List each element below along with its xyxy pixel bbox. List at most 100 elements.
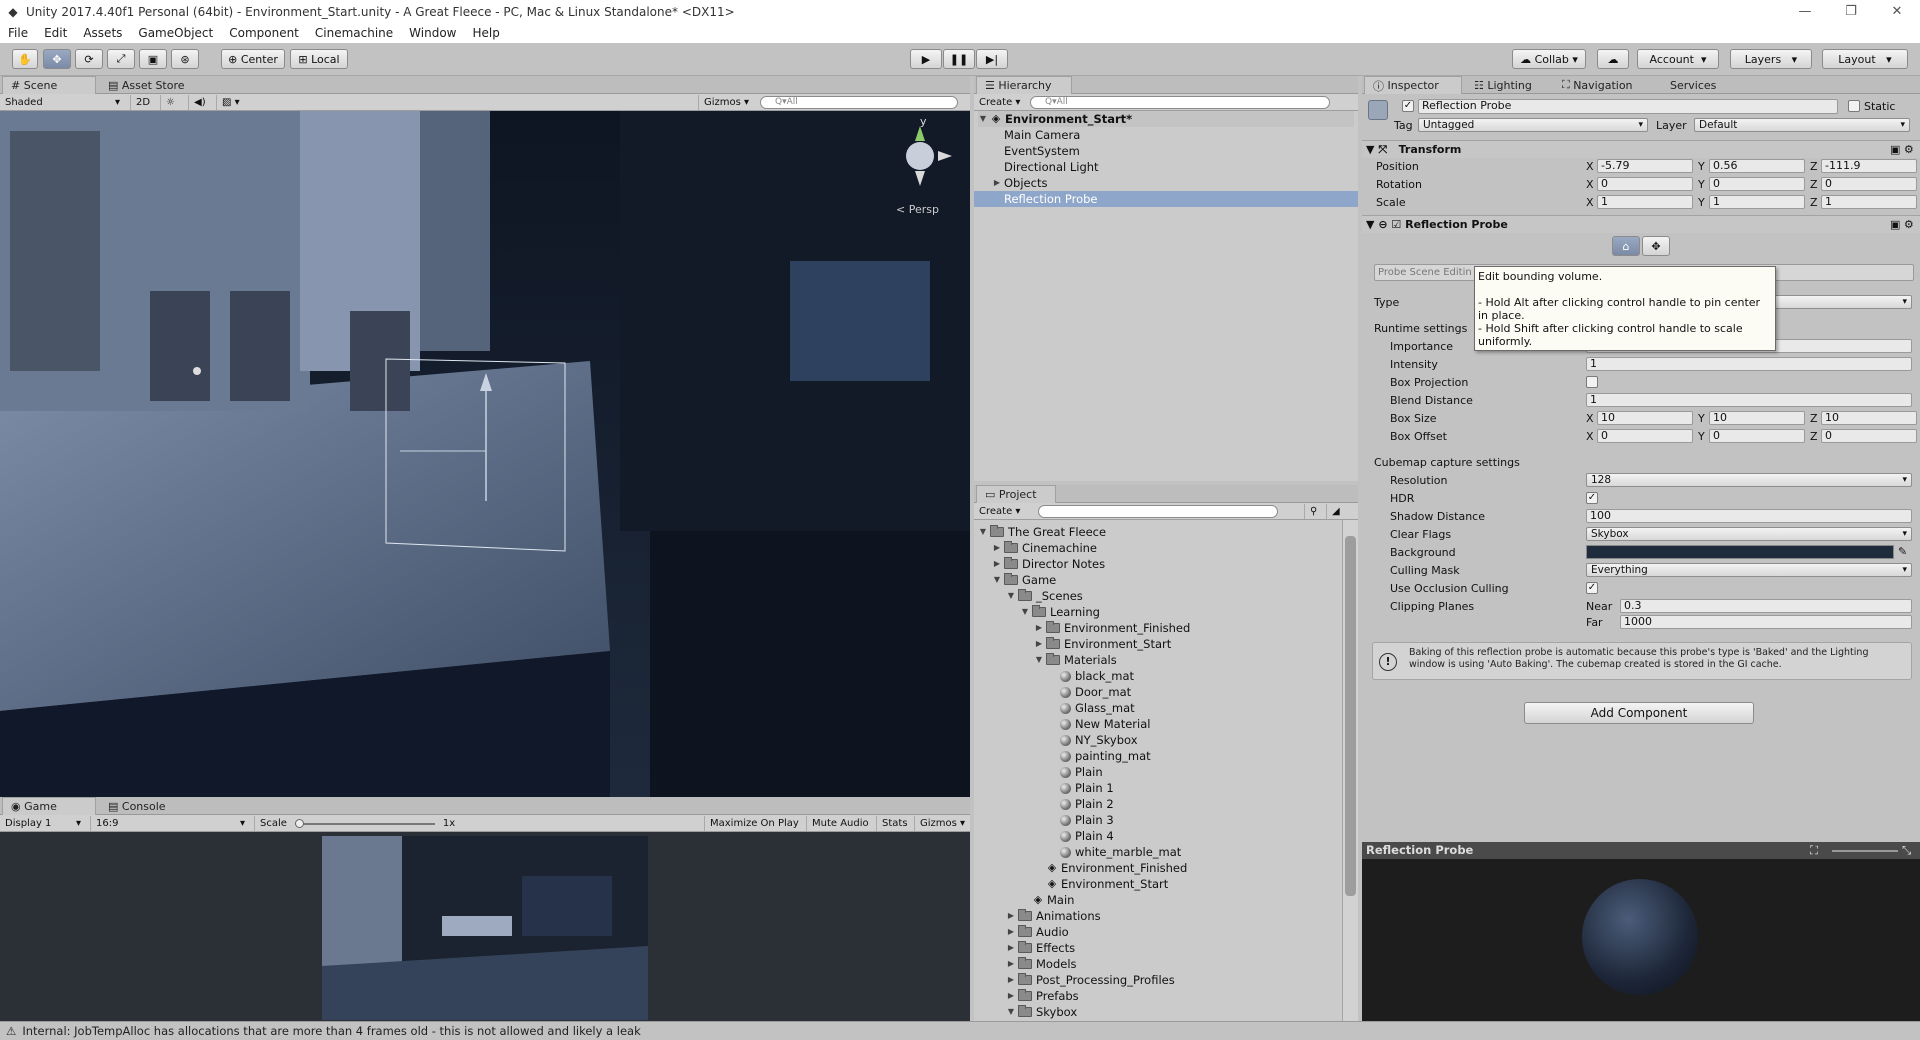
project-row[interactable]: Door_mat <box>1048 684 1131 700</box>
menu-help[interactable]: Help <box>465 26 508 40</box>
menu-file[interactable]: File <box>0 26 36 40</box>
close-button[interactable]: ✕ <box>1874 0 1920 23</box>
tab-services[interactable]: Services <box>1662 76 1732 94</box>
expand-arrow-icon[interactable]: ▶ <box>1034 636 1044 652</box>
project-row[interactable]: ▶ Director Notes <box>992 556 1105 572</box>
project-row[interactable]: ▶ Audio <box>1006 924 1069 940</box>
project-row[interactable]: ◈ Environment_Start <box>1034 876 1169 892</box>
shadow-distance-field[interactable]: 100 <box>1586 509 1912 523</box>
scale-axis-y-label[interactable]: Y <box>1698 196 1705 209</box>
menu-gameobject[interactable]: GameObject <box>130 26 221 40</box>
tab-console[interactable]: ▤ Console <box>100 797 184 815</box>
rect-tool-button[interactable]: ▣ <box>139 49 167 69</box>
project-row[interactable]: ▶ Animations <box>1006 908 1101 924</box>
collab-button[interactable]: ☁ Collab ▾ <box>1512 49 1586 69</box>
lighting-toggle[interactable]: ☼ <box>160 95 184 110</box>
menu-component[interactable]: Component <box>221 26 307 40</box>
project-row[interactable]: ▶ Post_Processing_Profiles <box>1006 972 1175 988</box>
shading-mode-dropdown[interactable]: Shaded ▾ <box>0 95 125 110</box>
project-row[interactable]: ◈ Main <box>1020 892 1075 908</box>
box-offset-axis-y-label[interactable]: Y <box>1698 430 1705 443</box>
box-size-axis-y-label[interactable]: Y <box>1698 412 1705 425</box>
game-gizmos-dropdown[interactable]: Gizmos ▾ <box>914 816 968 831</box>
project-row[interactable]: black_mat <box>1048 668 1134 684</box>
project-row[interactable]: ▼ Game <box>992 572 1056 588</box>
maximize-button[interactable]: ❐ <box>1828 0 1874 23</box>
box-size-axis-z-label[interactable]: Z <box>1810 412 1818 425</box>
rotation-y-field[interactable]: 0 <box>1709 177 1805 191</box>
blend-distance-field[interactable]: 1 <box>1586 393 1912 407</box>
move-probe-origin-button[interactable]: ✥ <box>1642 236 1670 256</box>
static-checkbox[interactable] <box>1848 100 1860 112</box>
status-bar[interactable]: ⚠ Internal: JobTempAlloc has allocations… <box>0 1021 1920 1040</box>
cloud-button[interactable]: ☁ <box>1597 49 1629 69</box>
foldout-arrow-icon[interactable]: ▼ <box>1366 218 1374 231</box>
project-row[interactable]: ▼ Learning <box>1020 604 1100 620</box>
project-row[interactable]: white_marble_mat <box>1048 844 1181 860</box>
expand-arrow-icon[interactable]: ▼ <box>1020 604 1030 620</box>
project-scroll-thumb[interactable] <box>1345 536 1356 896</box>
aspect-dropdown[interactable]: 16:9 ▾ <box>90 816 250 831</box>
project-row[interactable]: NY_Skybox <box>1048 732 1138 748</box>
box-offset-z-field[interactable]: 0 <box>1821 429 1917 443</box>
add-component-button[interactable]: Add Component <box>1524 702 1754 724</box>
project-row[interactable]: Glass_mat <box>1048 700 1135 716</box>
tab-asset-store[interactable]: ▤ Asset Store <box>100 76 200 94</box>
project-row[interactable]: ▶ Prefabs <box>1006 988 1079 1004</box>
transform-tool-button[interactable]: ⊛ <box>171 49 199 69</box>
project-row[interactable]: ▶ Cinemachine <box>992 540 1097 556</box>
expand-arrow-icon[interactable]: ▼ <box>978 111 988 127</box>
2d-toggle[interactable]: 2D <box>130 95 156 110</box>
project-root-row[interactable]: ▼ The Great Fleece <box>978 524 1106 540</box>
account-dropdown[interactable]: Account ▾ <box>1637 49 1719 69</box>
tab-hierarchy[interactable]: ☰ Hierarchy <box>976 76 1072 94</box>
filter-label-button[interactable]: ◢ <box>1326 504 1346 519</box>
tab-project[interactable]: ▭ Project <box>976 485 1056 503</box>
near-field[interactable]: 0.3 <box>1620 599 1912 613</box>
object-name-field[interactable]: Reflection Probe <box>1418 99 1838 114</box>
position-y-field[interactable]: 0.56 <box>1709 159 1805 173</box>
box-offset-y-field[interactable]: 0 <box>1709 429 1805 443</box>
tab-navigation[interactable]: ⛶ Navigation <box>1554 76 1660 94</box>
scale-y-field[interactable]: 1 <box>1709 195 1805 209</box>
project-row[interactable]: Plain <box>1048 764 1103 780</box>
project-row[interactable]: ▼ Materials <box>1034 652 1117 668</box>
position-axis-x-label[interactable]: X <box>1586 160 1594 173</box>
scale-axis-x-label[interactable]: X <box>1586 196 1594 209</box>
expand-arrow-icon[interactable]: ▶ <box>1006 972 1016 988</box>
scale-slider[interactable]: Scale 1x <box>254 816 474 831</box>
hierarchy-item-eventsystem[interactable]: EventSystem <box>1004 143 1080 159</box>
project-row[interactable]: New Material <box>1048 716 1150 732</box>
project-row[interactable]: painting_mat <box>1048 748 1151 764</box>
active-checkbox[interactable]: ✓ <box>1402 100 1414 112</box>
expand-arrow-icon[interactable]: ▼ <box>1034 652 1044 668</box>
position-axis-z-label[interactable]: Z <box>1810 160 1818 173</box>
project-row[interactable]: ▶ Environment_Finished <box>1034 620 1190 636</box>
hierarchy-scene-row[interactable]: ▼ ◈ Environment_Start* <box>978 111 1354 127</box>
menu-assets[interactable]: Assets <box>75 26 130 40</box>
project-row[interactable]: ◈ Environment_Finished <box>1034 860 1188 876</box>
scene-search-input[interactable]: Q▾All <box>760 96 958 109</box>
component-menu-gear-icon[interactable]: ▣ ⚙ <box>1890 218 1914 231</box>
expand-arrow-icon[interactable]: ▶ <box>1006 924 1016 940</box>
occlusion-culling-checkbox[interactable]: ✓ <box>1586 582 1598 594</box>
hierarchy-item-main-camera[interactable]: Main Camera <box>1004 127 1080 143</box>
rotation-x-field[interactable]: 0 <box>1597 177 1693 191</box>
hierarchy-item-objects[interactable]: ▶ Objects <box>992 175 1048 191</box>
effects-dropdown[interactable]: ▨ ▾ <box>216 95 248 110</box>
foldout-arrow-icon[interactable]: ▼ <box>1366 143 1374 156</box>
display-dropdown[interactable]: Display 1 ▾ <box>0 816 86 831</box>
expand-arrow-icon[interactable]: ▶ <box>1034 620 1044 636</box>
rotation-axis-y-label[interactable]: Y <box>1698 178 1705 191</box>
edit-bounds-button[interactable]: ⌂ <box>1612 236 1640 256</box>
audio-toggle[interactable]: ◀) <box>188 95 212 110</box>
project-row[interactable]: ▼ Skybox <box>1006 1004 1077 1020</box>
expand-arrow-icon[interactable]: ▶ <box>1006 940 1016 956</box>
tab-game[interactable]: ◉ Game <box>2 797 96 815</box>
hierarchy-search-input[interactable]: Q▾All <box>1030 96 1330 109</box>
project-search-input[interactable] <box>1038 505 1278 518</box>
preview-exposure-slider[interactable] <box>1832 850 1898 852</box>
persp-label[interactable]: < Persp <box>896 203 939 216</box>
filter-type-button[interactable]: ⚲ <box>1304 504 1324 519</box>
project-row[interactable]: ▶ Environment_Start <box>1034 636 1171 652</box>
